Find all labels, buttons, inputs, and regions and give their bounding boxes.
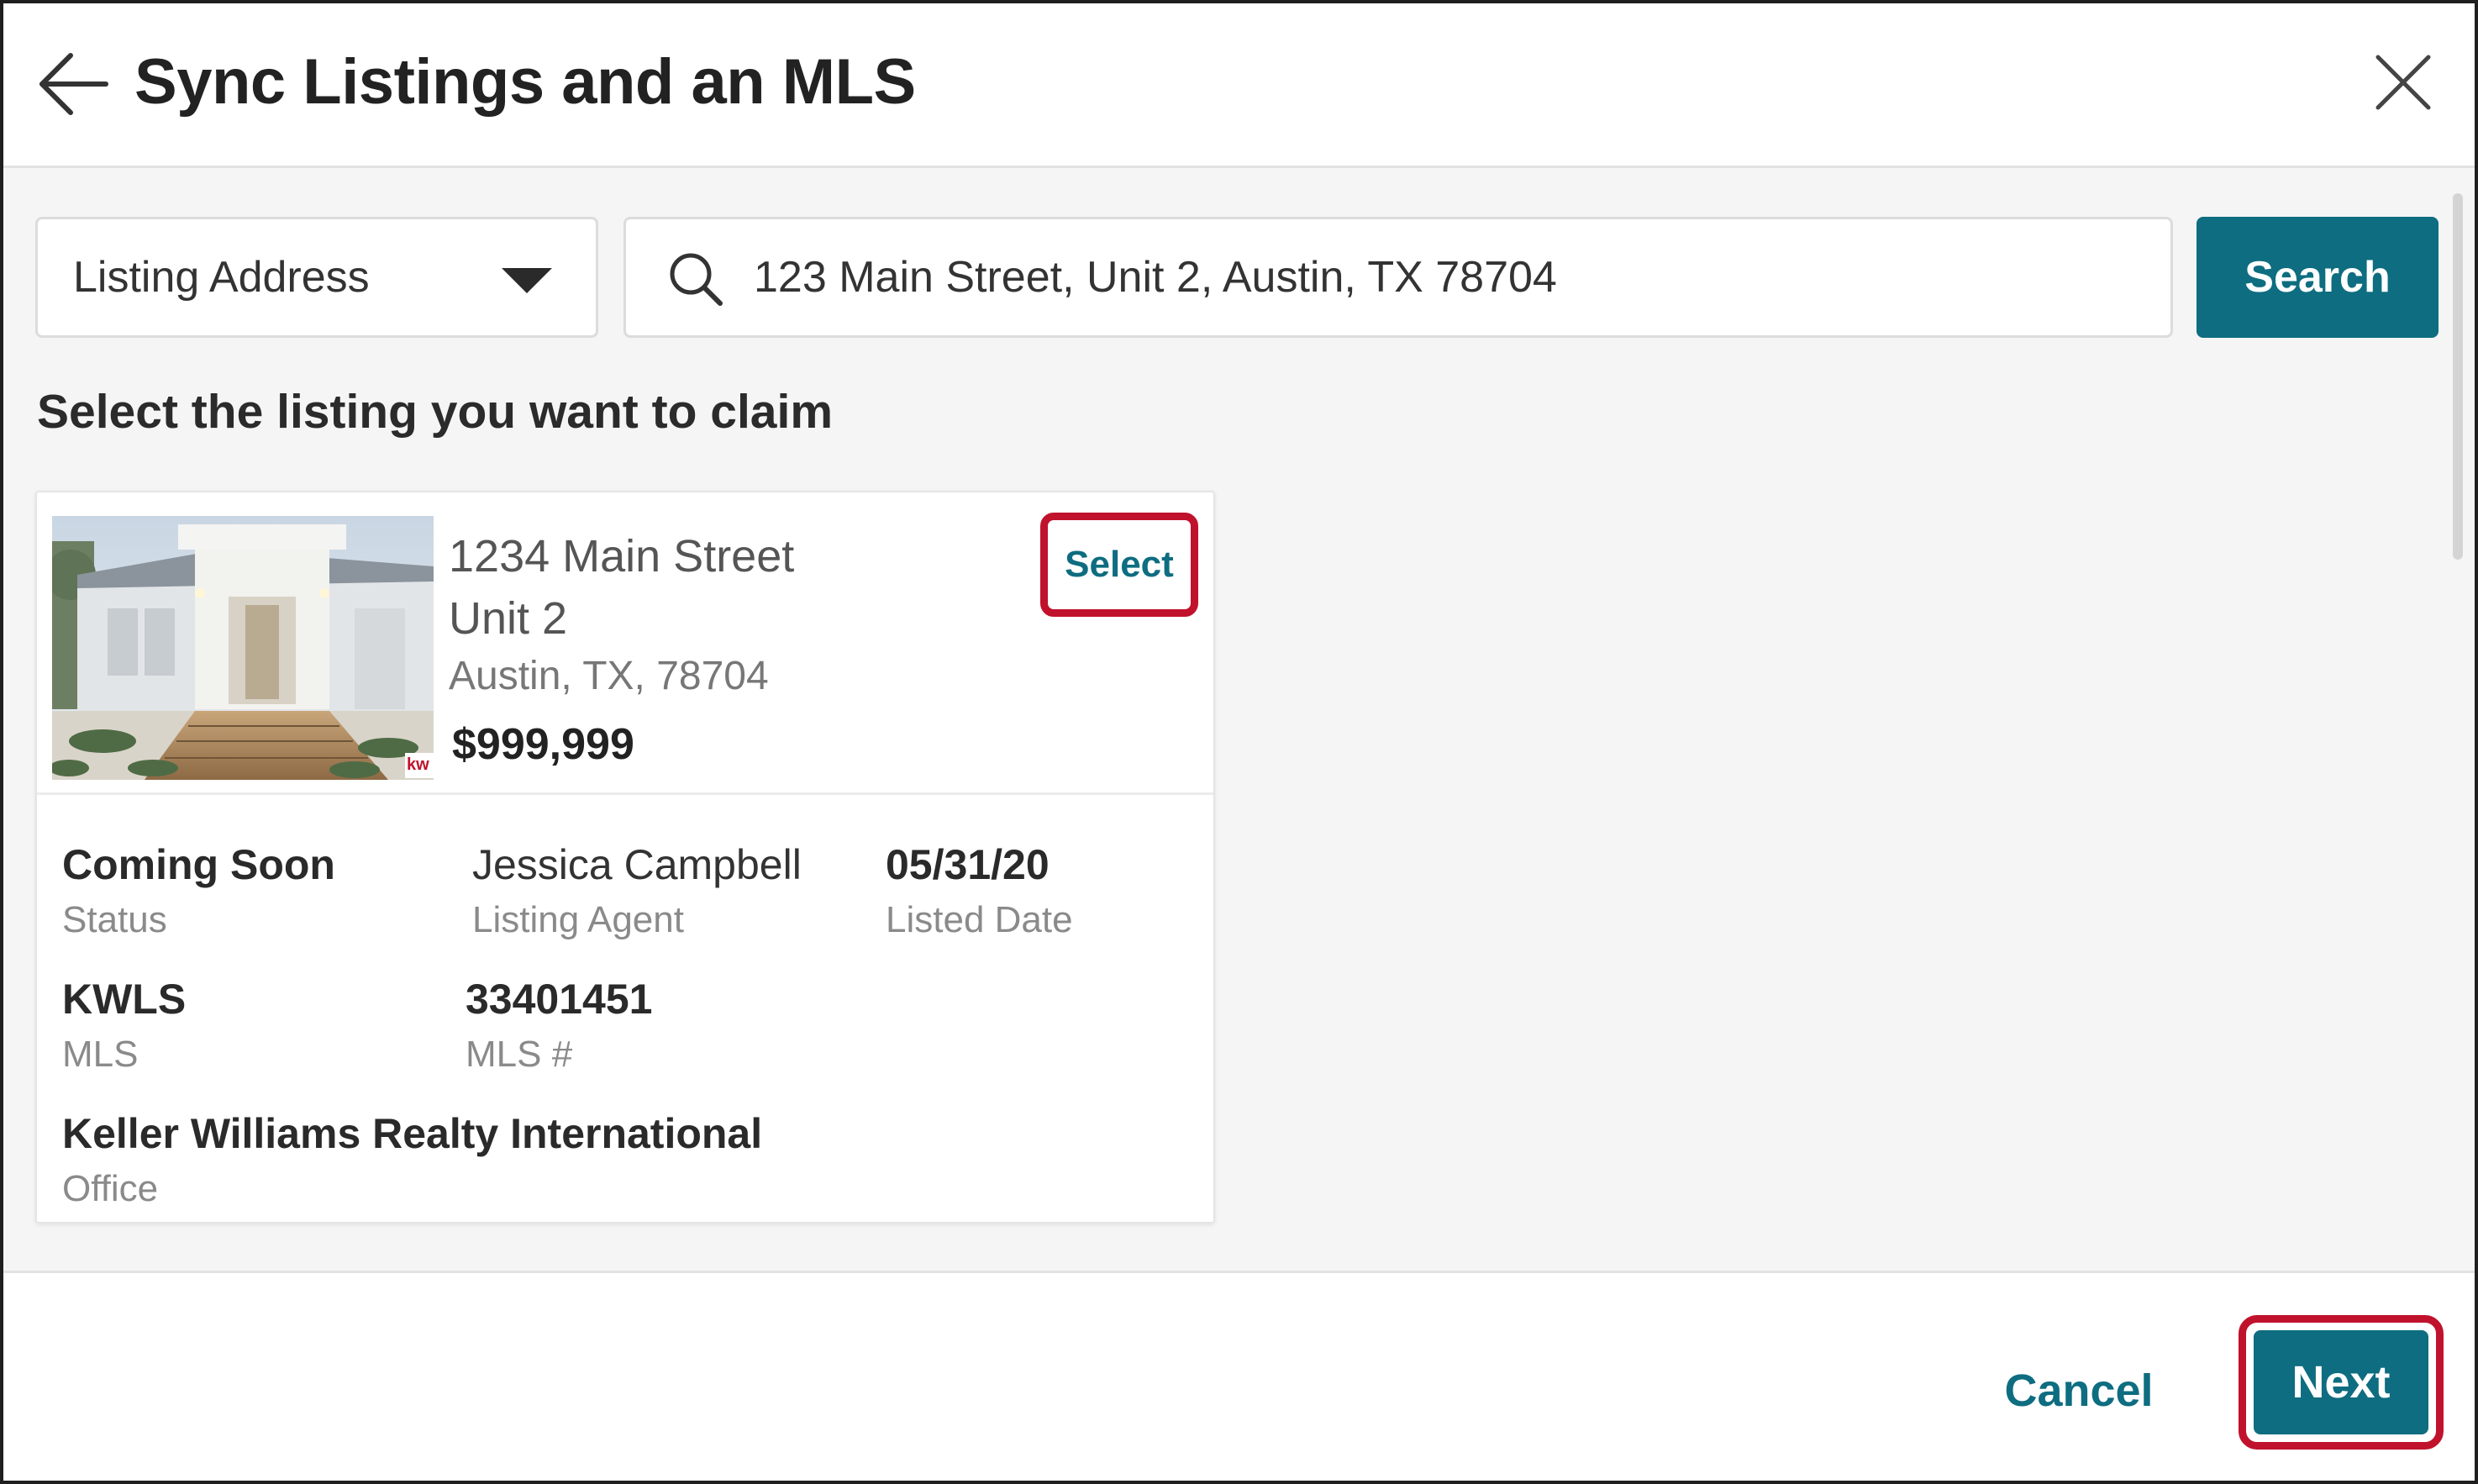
listing-price: $999,999 — [452, 720, 634, 769]
status-label: Status — [62, 899, 167, 940]
search-field[interactable] — [623, 217, 2173, 338]
listing-agent-label: Listing Agent — [472, 899, 684, 940]
mls-number-label: MLS # — [466, 1034, 573, 1075]
next-highlight: Next — [2239, 1315, 2444, 1450]
office-label: Office — [62, 1168, 159, 1209]
listing-card: kw 1234 Main Street Unit 2 Austin, TX, 7… — [35, 491, 1215, 1224]
mls-number-value: 33401451 — [466, 976, 653, 1023]
office-value: Keller Williams Realty International — [62, 1110, 763, 1157]
listed-date-label: Listed Date — [886, 899, 1073, 940]
listing-agent-value: Jessica Campbell — [472, 841, 802, 888]
dialog-title: Sync Listings and an MLS — [134, 46, 916, 118]
select-listing-button[interactable]: Select — [1048, 520, 1191, 609]
status-value: Coming Soon — [62, 841, 335, 888]
next-button[interactable]: Next — [2254, 1330, 2428, 1434]
dialog-header: Sync Listings and an MLS — [3, 3, 2475, 168]
listing-address-line1: 1234 Main Street — [449, 531, 795, 581]
listing-address-line2: Unit 2 — [449, 593, 568, 644]
dialog-body: Listing Address Search Select the listin… — [3, 168, 2475, 1271]
mls-value: KWLS — [62, 976, 187, 1023]
caret-down-icon — [502, 268, 552, 293]
cancel-button[interactable]: Cancel — [1961, 1340, 2197, 1441]
mls-label: MLS — [62, 1034, 139, 1075]
close-icon[interactable] — [2371, 50, 2435, 114]
listing-summary: kw 1234 Main Street Unit 2 Austin, TX, 7… — [37, 492, 1213, 795]
search-icon — [670, 253, 723, 306]
sync-listings-dialog: Sync Listings and an MLS Listing Address… — [0, 0, 2478, 1484]
scrollbar[interactable] — [2453, 193, 2463, 560]
search-button[interactable]: Search — [2197, 217, 2439, 338]
search-input[interactable] — [754, 219, 2149, 335]
select-highlight: Select — [1040, 513, 1198, 617]
instruction-text: Select the listing you want to claim — [37, 385, 834, 439]
listing-city-state-zip: Austin, TX, 78704 — [449, 654, 769, 698]
listed-date-value: 05/31/20 — [886, 841, 1050, 888]
dialog-footer: Cancel Next — [3, 1271, 2475, 1481]
kw-logo: kw — [407, 755, 429, 774]
search-filter-dropdown[interactable]: Listing Address — [35, 217, 598, 338]
arrow-left-icon[interactable] — [37, 50, 111, 118]
search-filter-value: Listing Address — [73, 253, 370, 302]
listing-photo: kw — [52, 516, 434, 780]
